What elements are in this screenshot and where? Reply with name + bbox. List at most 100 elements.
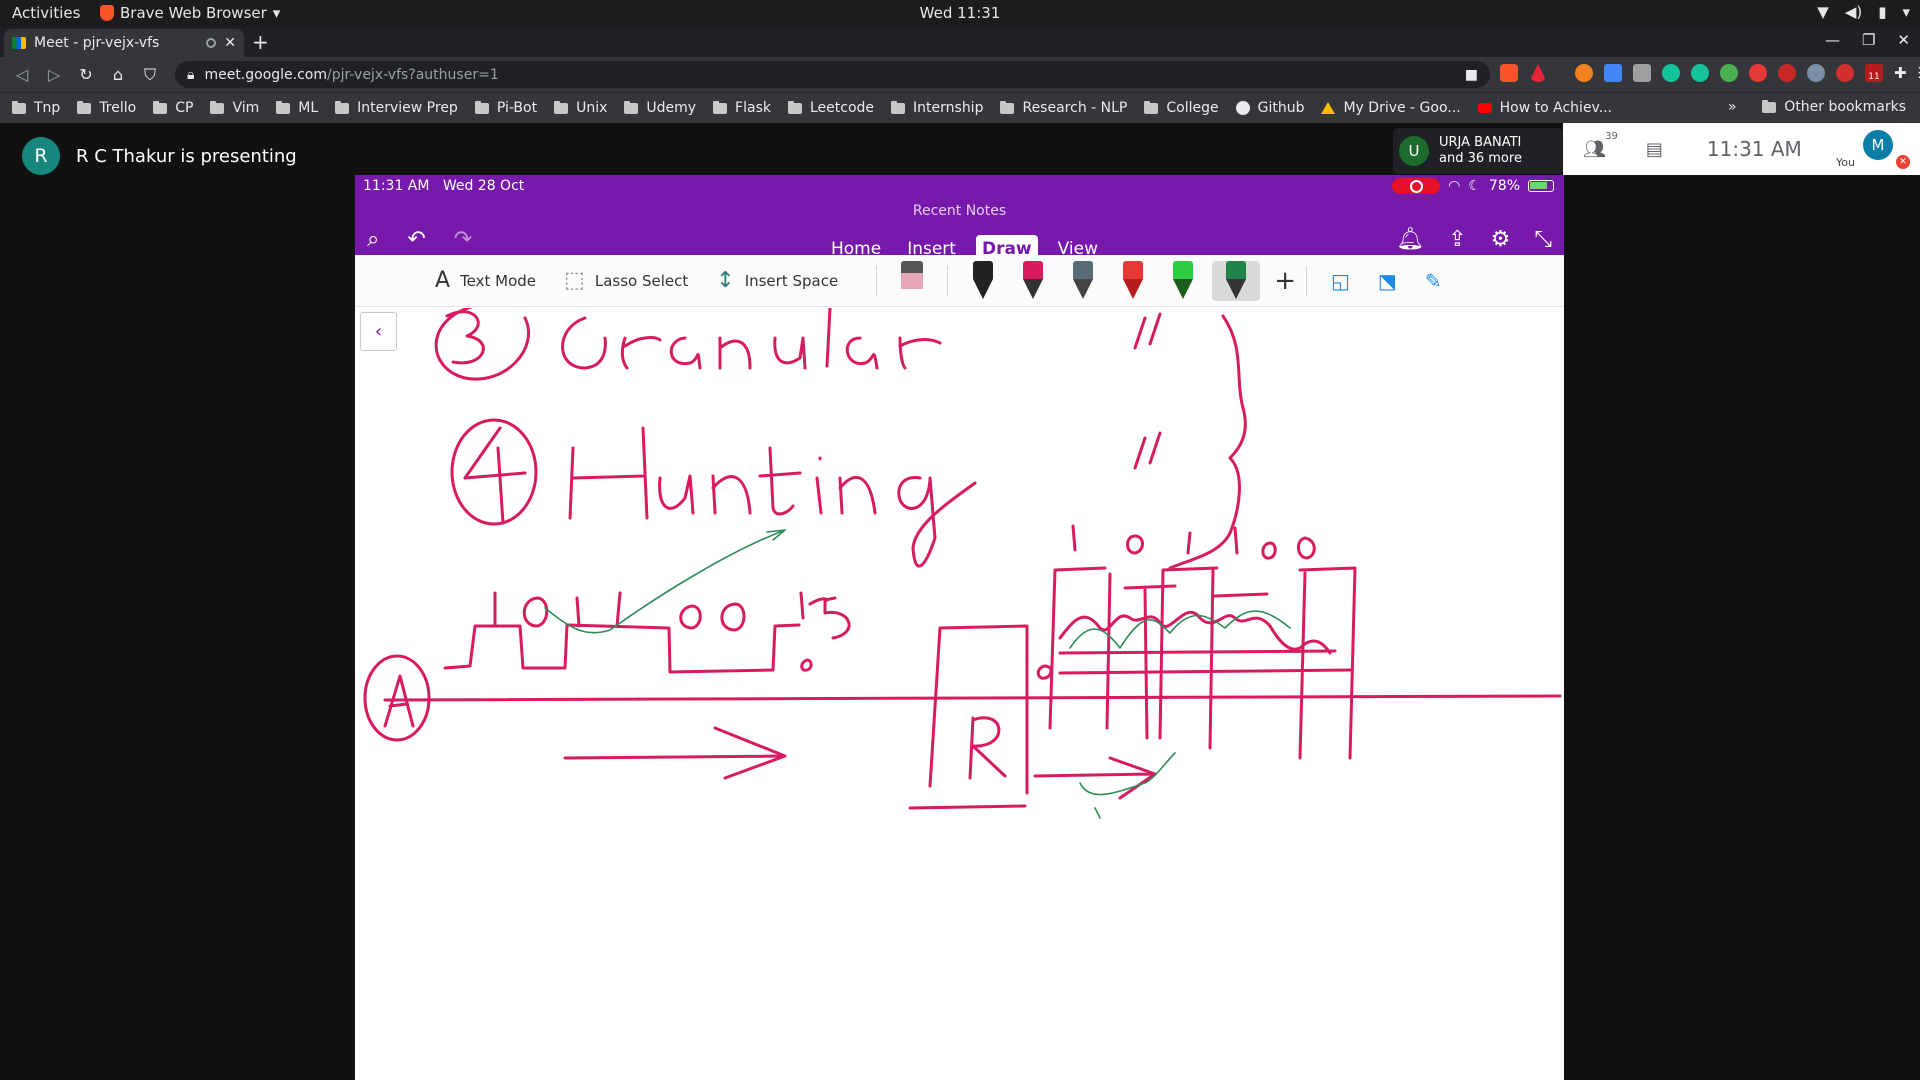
collapse-icon[interactable]: ⤡ xyxy=(1534,227,1552,252)
bookmark-folder[interactable]: Research - NLP xyxy=(1000,100,1127,116)
ink-green-curve-left xyxy=(544,529,786,634)
battery-percent: 78% xyxy=(1488,178,1520,194)
app-menu[interactable]: Brave Web Browser ▾ xyxy=(100,4,280,22)
bookmark-folder[interactable]: Leetcode xyxy=(787,100,874,116)
bookmark-icon[interactable]: ⛉ xyxy=(134,65,166,85)
extension-icon[interactable] xyxy=(1575,64,1593,82)
more-bookmarks-button[interactable]: » xyxy=(1728,99,1737,115)
browser-tab-meet[interactable]: Meet - pjr-vejx-vfs ✕ xyxy=(4,29,244,57)
ink-arrow-lower xyxy=(1033,756,1157,800)
bookmark-other[interactable]: Other bookmarks xyxy=(1762,99,1906,115)
bookmark-folder[interactable]: College xyxy=(1144,100,1219,116)
chat-icon[interactable]: ▤ xyxy=(1646,139,1663,160)
activities-button[interactable]: Activities xyxy=(12,4,80,22)
pen-green-selected[interactable] xyxy=(1212,260,1261,301)
back-chevron-icon[interactable]: ‹ xyxy=(360,312,397,351)
extension-icon[interactable] xyxy=(1807,64,1825,82)
bookmark-folder[interactable]: CP xyxy=(153,100,193,116)
add-pen-icon[interactable]: + xyxy=(1274,266,1296,296)
grammarly-icon[interactable] xyxy=(1691,64,1709,82)
self-avatar[interactable]: M xyxy=(1863,130,1893,160)
people-icon[interactable]: 👥︎ 39 xyxy=(1583,131,1618,160)
close-tab-icon[interactable]: ✕ xyxy=(224,35,236,51)
system-clock[interactable]: Wed 11:31 xyxy=(920,4,1001,22)
pen-slate[interactable] xyxy=(1070,260,1096,301)
bookmark-folder[interactable]: Pi-Bot xyxy=(474,100,537,116)
highlighter-red[interactable] xyxy=(1120,260,1146,301)
bookmark-drive[interactable]: My Drive - Goo... xyxy=(1321,100,1461,116)
ink-to-shape-icon[interactable]: ⬔ xyxy=(1378,269,1397,293)
calendar-icon[interactable]: 11 xyxy=(1865,64,1883,82)
camera-in-use-icon[interactable]: ■ xyxy=(1465,67,1478,83)
bell-icon[interactable]: 🔔︎ xyxy=(1396,227,1424,252)
chevron-down-icon: ▾ xyxy=(1902,3,1910,21)
ink-word-hunting xyxy=(568,426,977,568)
redo-icon[interactable]: ↷ xyxy=(454,227,472,252)
draw-ribbon: A Text Mode ⬚ Lasso Select ↕ Insert Spac… xyxy=(355,255,1564,307)
ruler-icon[interactable]: ✎ xyxy=(1425,269,1442,293)
puzzle-icon[interactable]: ✚ xyxy=(1894,64,1907,82)
bookmark-folder[interactable]: Udemy xyxy=(624,100,696,116)
highlighter-green[interactable] xyxy=(1170,260,1196,301)
bookmark-folder[interactable]: ML xyxy=(276,100,318,116)
presenter-text: R C Thakur is presenting xyxy=(76,145,297,167)
volume-icon: ◀) xyxy=(1844,3,1863,21)
new-tab-button[interactable]: + xyxy=(252,30,269,54)
restore-icon[interactable]: ❐ xyxy=(1862,31,1875,49)
bookmark-youtube[interactable]: How to Achiev... xyxy=(1477,100,1612,116)
folder-icon xyxy=(624,100,639,114)
bookmark-folder[interactable]: Trello xyxy=(77,100,136,116)
lasso-select-button[interactable]: ⬚ Lasso Select xyxy=(564,268,688,293)
github-icon xyxy=(1235,101,1250,115)
ink-canvas[interactable] xyxy=(355,308,1564,1080)
battery-icon xyxy=(1528,180,1554,192)
eraser-tool[interactable] xyxy=(899,260,925,301)
minimize-icon[interactable]: — xyxy=(1825,31,1840,49)
share-icon[interactable]: ⇪ xyxy=(1448,227,1466,252)
address-bar[interactable]: 🔒︎ meet.google.com/pjr-vejx-vfs?authuser… xyxy=(175,61,1490,88)
ink-strokes-pink xyxy=(363,308,1562,810)
recent-notes-title[interactable]: Recent Notes xyxy=(355,203,1564,219)
participant-tile[interactable]: U URJA BANATI and 36 more xyxy=(1393,128,1563,174)
close-window-icon[interactable]: ✕ xyxy=(1897,31,1910,49)
forward-arrow-icon[interactable]: ▷ xyxy=(38,65,70,84)
back-arrow-icon[interactable]: ◁ xyxy=(6,65,38,84)
bookmark-folder[interactable]: Internship xyxy=(891,100,983,116)
translate-icon[interactable] xyxy=(1604,64,1622,82)
folder-icon xyxy=(335,100,350,114)
shapes-icon[interactable]: ◱ xyxy=(1331,269,1350,293)
pen-black[interactable] xyxy=(970,260,996,301)
alarm-icon[interactable] xyxy=(1749,64,1767,82)
bookmark-folder[interactable]: Flask xyxy=(713,100,771,116)
system-tray[interactable]: ▼ ◀) ▮ ▾ xyxy=(1817,3,1910,21)
divider xyxy=(1306,265,1307,296)
bookmark-folder[interactable]: Vim xyxy=(210,100,259,116)
grammarly-icon[interactable] xyxy=(1662,64,1680,82)
record-icon[interactable] xyxy=(1836,64,1854,82)
undo-icon[interactable]: ↶ xyxy=(407,227,425,252)
lock-icon: 🔒︎ xyxy=(187,66,195,83)
pen-pink[interactable] xyxy=(1020,260,1046,301)
brave-icon xyxy=(100,5,114,21)
home-icon[interactable]: ⌂ xyxy=(102,65,134,84)
self-label: You xyxy=(1836,156,1855,169)
add-extension-icon[interactable] xyxy=(1720,64,1738,82)
brave-rewards-icon[interactable] xyxy=(1529,64,1547,82)
brave-shields-icon[interactable] xyxy=(1500,64,1518,82)
ink-word-granular xyxy=(561,308,942,370)
gear-icon[interactable]: ⚙ xyxy=(1491,227,1511,252)
url-path: /pjr-vejx-vfs?authuser=1 xyxy=(327,66,499,83)
insert-space-button[interactable]: ↕ Insert Space xyxy=(716,268,838,293)
text-mode-button[interactable]: A Text Mode xyxy=(435,268,536,293)
shield-icon[interactable] xyxy=(1778,64,1796,82)
reload-icon[interactable]: ↻ xyxy=(70,65,102,84)
bookmark-folder[interactable]: Tnp xyxy=(12,100,60,116)
ink-strokes-green xyxy=(544,529,1291,819)
folder-icon xyxy=(12,100,26,114)
bookmark-folder[interactable]: Interview Prep xyxy=(335,100,458,116)
bookmark-folder[interactable]: Unix xyxy=(554,100,607,116)
ink-ditto-1 xyxy=(1133,312,1162,350)
extension-icon[interactable] xyxy=(1633,64,1651,82)
bookmark-github[interactable]: Github xyxy=(1235,100,1304,116)
search-icon[interactable]: ⌕ xyxy=(367,227,379,252)
